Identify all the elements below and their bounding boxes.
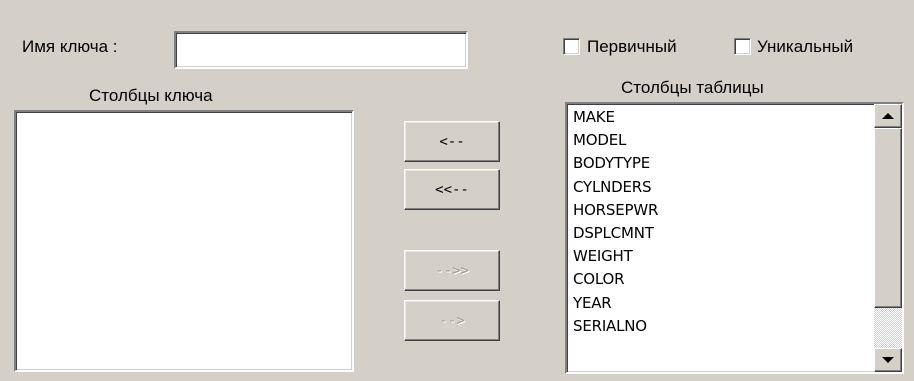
primary-checkbox-label[interactable]: Первичный (587, 37, 677, 57)
remove-all-button[interactable]: <<-- (404, 169, 500, 210)
list-item[interactable]: COLOR (569, 268, 872, 291)
table-columns-listbox[interactable]: MAKE MODEL BODYTYPE CYLNDERS HORSEPWR DS… (565, 102, 904, 374)
list-item[interactable]: WEIGHT (569, 245, 872, 268)
arrow-down-icon (882, 357, 894, 363)
list-item[interactable]: MAKE (569, 106, 872, 129)
scroll-down-button[interactable] (874, 348, 902, 372)
scroll-track[interactable] (874, 308, 902, 348)
list-item[interactable]: DSPLCMNT (569, 222, 872, 245)
key-name-input[interactable] (174, 31, 468, 69)
scroll-thumb[interactable] (874, 128, 902, 308)
list-item[interactable]: SERIALNO (569, 315, 872, 338)
unique-checkbox[interactable] (734, 38, 751, 55)
add-one-button[interactable]: --> (404, 300, 500, 341)
table-columns-items: MAKE MODEL BODYTYPE CYLNDERS HORSEPWR DS… (569, 106, 872, 338)
list-item[interactable]: YEAR (569, 292, 872, 315)
add-all-button[interactable]: -->> (404, 250, 500, 291)
scroll-up-button[interactable] (874, 104, 902, 128)
key-columns-label: Столбцы ключа (89, 86, 213, 105)
primary-checkbox[interactable] (563, 38, 580, 55)
vertical-scrollbar[interactable] (874, 104, 902, 372)
table-columns-label: Столбцы таблицы (621, 78, 764, 97)
arrow-up-icon (882, 113, 894, 119)
key-name-label: Имя ключа : (22, 37, 118, 56)
list-item[interactable]: BODYTYPE (569, 152, 872, 175)
list-item[interactable]: HORSEPWR (569, 199, 872, 222)
list-item[interactable]: MODEL (569, 129, 872, 152)
list-item[interactable]: CYLNDERS (569, 176, 872, 199)
key-columns-listbox[interactable] (14, 110, 354, 372)
unique-checkbox-label[interactable]: Уникальный (757, 37, 853, 57)
remove-one-button[interactable]: <-- (404, 121, 500, 162)
